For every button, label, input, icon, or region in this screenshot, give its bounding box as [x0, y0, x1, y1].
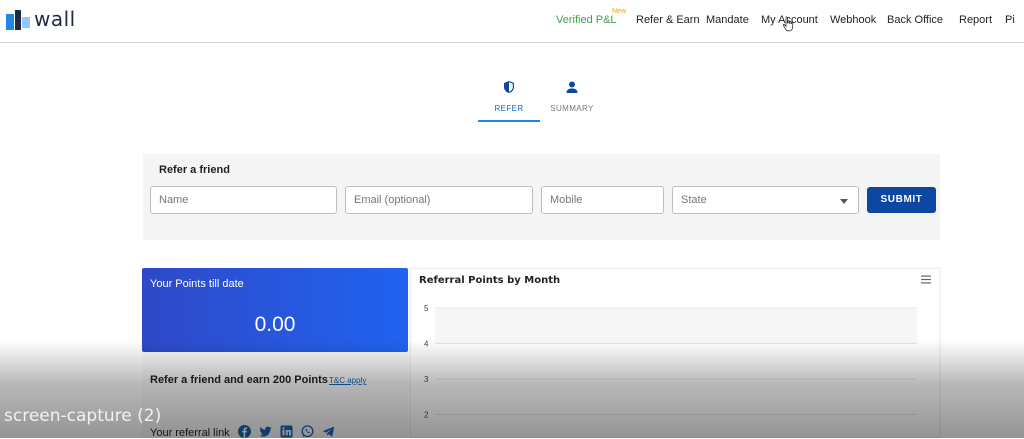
- refer-friend-panel: Refer a friend State SUBMIT: [143, 154, 940, 240]
- main-nav: Verified P&L New Refer & Earn Mandate My…: [0, 8, 1024, 30]
- nav-report[interactable]: Report: [959, 14, 992, 26]
- refer-friend-title: Refer a friend: [159, 164, 230, 176]
- person-icon: [566, 81, 578, 93]
- telegram-icon[interactable]: [322, 425, 335, 438]
- mobile-input[interactable]: [541, 186, 664, 214]
- points-title: Your Points till date: [150, 278, 244, 290]
- top-navbar: wall Verified P&L New Refer & Earn Manda…: [0, 0, 1024, 43]
- hand-cursor-icon: [782, 16, 794, 32]
- facebook-icon[interactable]: [238, 425, 251, 438]
- state-select[interactable]: State: [672, 186, 859, 214]
- nav-back-office[interactable]: Back Office: [887, 14, 943, 26]
- chart-plot-band: [435, 308, 917, 344]
- tab-summary[interactable]: SUMMARY: [541, 80, 603, 122]
- y-tick-label: 4: [424, 340, 429, 349]
- points-value: 0.00: [254, 313, 296, 336]
- whatsapp-icon[interactable]: [301, 425, 314, 438]
- tab-summary-label: SUMMARY: [550, 104, 594, 113]
- active-tab-indicator: [478, 120, 540, 122]
- referral-points-chart: 5 4 3 2 Referral Points by Month: [410, 268, 940, 438]
- shield-icon: [504, 81, 514, 93]
- nav-verified-pl[interactable]: Verified P&L New: [556, 8, 626, 26]
- tc-apply-link[interactable]: T&C apply: [329, 376, 366, 385]
- email-input[interactable]: [345, 186, 533, 214]
- new-badge: New: [612, 8, 627, 15]
- nav-verified-pl-label[interactable]: Verified P&L: [556, 14, 617, 26]
- points-card: Your Points till date 0.00: [142, 268, 408, 352]
- earn-text: Refer a friend and earn 200 Points: [150, 374, 328, 386]
- tab-refer[interactable]: REFER: [478, 80, 540, 122]
- submit-button[interactable]: SUBMIT: [867, 187, 936, 213]
- y-tick-label: 2: [424, 411, 429, 420]
- twitter-icon[interactable]: [259, 425, 272, 438]
- nav-pi[interactable]: Pi: [1005, 14, 1015, 26]
- referral-link-label: Your referral link: [150, 427, 230, 439]
- chart-plot-area: 5 4 3 2: [424, 304, 917, 420]
- chevron-down-icon: [840, 199, 848, 204]
- nav-refer-earn[interactable]: Refer & Earn: [636, 14, 700, 26]
- state-select-value: State: [681, 194, 707, 206]
- y-tick-label: 3: [424, 375, 429, 384]
- chart-title: Referral Points by Month: [419, 275, 561, 286]
- linkedin-icon[interactable]: [280, 425, 293, 438]
- nav-webhook[interactable]: Webhook: [830, 14, 876, 26]
- nav-mandate[interactable]: Mandate: [706, 14, 749, 26]
- y-tick-label: 5: [424, 304, 429, 313]
- earn-panel: Refer a friend and earn 200 Points T&C a…: [142, 352, 408, 439]
- tab-refer-label: REFER: [494, 104, 524, 113]
- screen-capture-watermark: screen-capture (2): [4, 406, 162, 426]
- hamburger-menu-icon[interactable]: [921, 275, 931, 284]
- name-input[interactable]: [150, 186, 337, 214]
